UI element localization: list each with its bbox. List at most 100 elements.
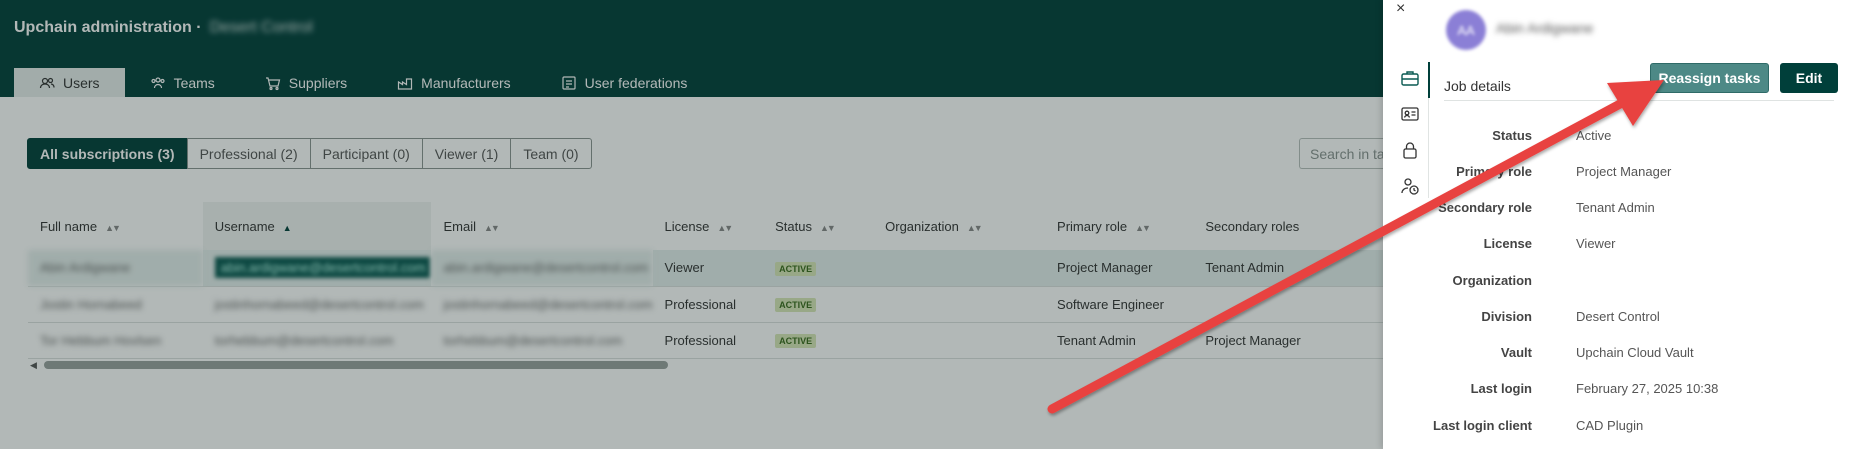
cell-primary-role: Tenant Admin xyxy=(1045,322,1194,359)
avatar: AA xyxy=(1446,10,1486,50)
horizontal-scrollbar[interactable]: ◀ xyxy=(30,360,670,371)
column-label: Email xyxy=(443,218,476,234)
detail-row-last-login: Last login February 27, 2025 10:38 xyxy=(1383,381,1843,401)
detail-value: CAD Plugin xyxy=(1576,418,1644,433)
table-header-row: Full name ▲▼ Username ▲ Email ▲▼ License ▲▼ … xyxy=(28,202,1383,250)
users-icon xyxy=(39,77,55,88)
sort-icon: ▲▼ xyxy=(717,222,733,233)
column-header-license[interactable]: License ▲▼ xyxy=(653,202,764,250)
column-label: Primary role xyxy=(1057,218,1128,234)
tab-suppliers-label: Suppliers xyxy=(288,74,348,91)
detail-label: Last login client xyxy=(1433,418,1532,433)
section-divider xyxy=(1444,100,1834,101)
column-header-secondary-roles[interactable]: Secondary roles xyxy=(1193,202,1383,250)
users-content: All subscriptions (3) Professional (2) P… xyxy=(0,97,1383,449)
filter-all-subscriptions[interactable]: All subscriptions (3) xyxy=(27,138,188,169)
detail-label: License xyxy=(1483,236,1532,251)
filter-participant[interactable]: Participant (0) xyxy=(309,138,423,169)
detail-row-division: Division Desert Control xyxy=(1383,309,1843,329)
manufacturers-icon xyxy=(398,77,413,90)
cell-primary-role: Project Manager xyxy=(1045,250,1194,287)
close-icon[interactable]: × xyxy=(1396,0,1405,18)
column-header-username[interactable]: Username ▲ xyxy=(202,202,432,250)
cell-username: jostinhornabeed@desertcontrol.com xyxy=(202,286,432,323)
detail-label: Primary role xyxy=(1456,164,1532,179)
cell-status: ACTIVE xyxy=(763,286,874,323)
column-label: Full name xyxy=(40,218,98,234)
tab-user-federations[interactable]: User federations xyxy=(536,68,713,97)
status-badge: ACTIVE xyxy=(775,334,817,348)
filter-viewer[interactable]: Viewer (1) xyxy=(421,138,512,169)
cell-status: ACTIVE xyxy=(763,322,874,359)
sort-icon: ▲▼ xyxy=(819,222,836,233)
detail-row-status: Status Active xyxy=(1383,128,1843,148)
cell-email: torhebbum@desertcontrol.com xyxy=(431,322,653,359)
column-header-organization[interactable]: Organization ▲▼ xyxy=(873,202,1045,250)
column-header-full-name[interactable]: Full name ▲▼ xyxy=(28,202,203,250)
detail-row-license: License Viewer xyxy=(1383,236,1843,256)
active-section-indicator xyxy=(1428,62,1430,98)
column-label: Username xyxy=(214,218,275,234)
federation-icon xyxy=(562,75,576,90)
app-title: Upchain administration · Desert Control xyxy=(14,19,313,37)
detail-label: Secondary role xyxy=(1438,200,1532,215)
cell-primary-role: Software Engineer xyxy=(1045,286,1194,323)
column-header-email[interactable]: Email ▲▼ xyxy=(431,202,652,250)
app-header: Upchain administration · Desert Control U… xyxy=(0,0,1383,97)
reassign-tasks-button[interactable]: Reassign tasks xyxy=(1650,63,1769,93)
sort-ascending-icon: ▲ xyxy=(282,222,292,233)
tab-users-label: Users xyxy=(63,74,100,91)
table-row[interactable]: Jostin Hornabeed jostinhornabeed@desertc… xyxy=(28,286,1383,323)
filter-professional[interactable]: Professional (2) xyxy=(186,138,311,169)
cell-organization xyxy=(873,250,1046,287)
tab-manufacturers[interactable]: Manufacturers xyxy=(372,68,535,97)
sort-icon: ▲▼ xyxy=(966,222,983,233)
detail-row-vault: Vault Upchain Cloud Vault xyxy=(1383,345,1843,365)
detail-label: Organization xyxy=(1452,273,1532,288)
search-input[interactable]: Search in table xyxy=(1299,138,1383,169)
filter-team[interactable]: Team (0) xyxy=(510,138,592,169)
column-label: Secondary roles xyxy=(1205,218,1300,234)
user-details-panel: × AA Abin Ardigwane Job details Reassign… xyxy=(1383,0,1851,449)
detail-label: Status xyxy=(1492,128,1532,143)
sort-icon: ▲▼ xyxy=(484,222,500,233)
tab-suppliers[interactable]: Suppliers xyxy=(240,68,372,97)
column-label: License xyxy=(664,218,710,234)
detail-row-organization: Organization xyxy=(1383,273,1843,293)
tab-teams[interactable]: Teams xyxy=(125,68,240,97)
cell-organization xyxy=(873,286,1046,323)
scroll-left-icon[interactable]: ◀ xyxy=(30,360,37,371)
table-row[interactable]: Tor Hebbum Hovlsen torhebbum@desertcontr… xyxy=(28,322,1383,359)
suppliers-icon xyxy=(265,76,281,90)
users-table: Full name ▲▼ Username ▲ Email ▲▼ License ▲▼ … xyxy=(28,202,1383,359)
status-badge: ACTIVE xyxy=(775,298,817,312)
edit-button[interactable]: Edit xyxy=(1780,63,1838,93)
status-badge: ACTIVE xyxy=(775,261,817,276)
briefcase-icon[interactable] xyxy=(1399,68,1421,88)
organization-name: Desert Control xyxy=(209,19,313,36)
sort-icon: ▲▼ xyxy=(105,222,121,233)
column-header-primary-role[interactable]: Primary role ▲▼ xyxy=(1045,202,1193,250)
detail-value: Tenant Admin xyxy=(1576,200,1655,215)
detail-value: Active xyxy=(1576,128,1612,143)
detail-value: February 27, 2025 10:38 xyxy=(1576,381,1719,396)
tab-users[interactable]: Users xyxy=(14,68,125,97)
username-text: abin.ardigwane@desertcontrol.com xyxy=(214,257,432,279)
column-header-status[interactable]: Status ▲▼ xyxy=(763,202,873,250)
table-row[interactable]: Abin Ardigwane abin.ardigwane@desertcont… xyxy=(28,250,1383,287)
contact-card-icon[interactable] xyxy=(1399,104,1421,124)
detail-value: Project Manager xyxy=(1576,164,1672,179)
cell-full-name: Abin Ardigwane xyxy=(28,250,203,287)
detail-label: Division xyxy=(1481,309,1532,324)
tab-manufacturers-label: Manufacturers xyxy=(421,74,511,91)
cell-license: Professional xyxy=(652,286,764,323)
tab-user-federations-label: User federations xyxy=(584,74,688,91)
cell-full-name: Tor Hebbum Hovlsen xyxy=(28,322,203,359)
cell-organization xyxy=(873,322,1046,359)
cell-email: jostinhornabeed@desertcontrol.com xyxy=(431,286,653,323)
scrollbar-thumb[interactable] xyxy=(44,361,668,369)
section-title: Job details xyxy=(1444,78,1511,94)
cell-secondary-roles: Tenant Admin xyxy=(1193,250,1383,287)
detail-label: Last login xyxy=(1470,381,1532,396)
sort-icon: ▲▼ xyxy=(1135,222,1151,233)
